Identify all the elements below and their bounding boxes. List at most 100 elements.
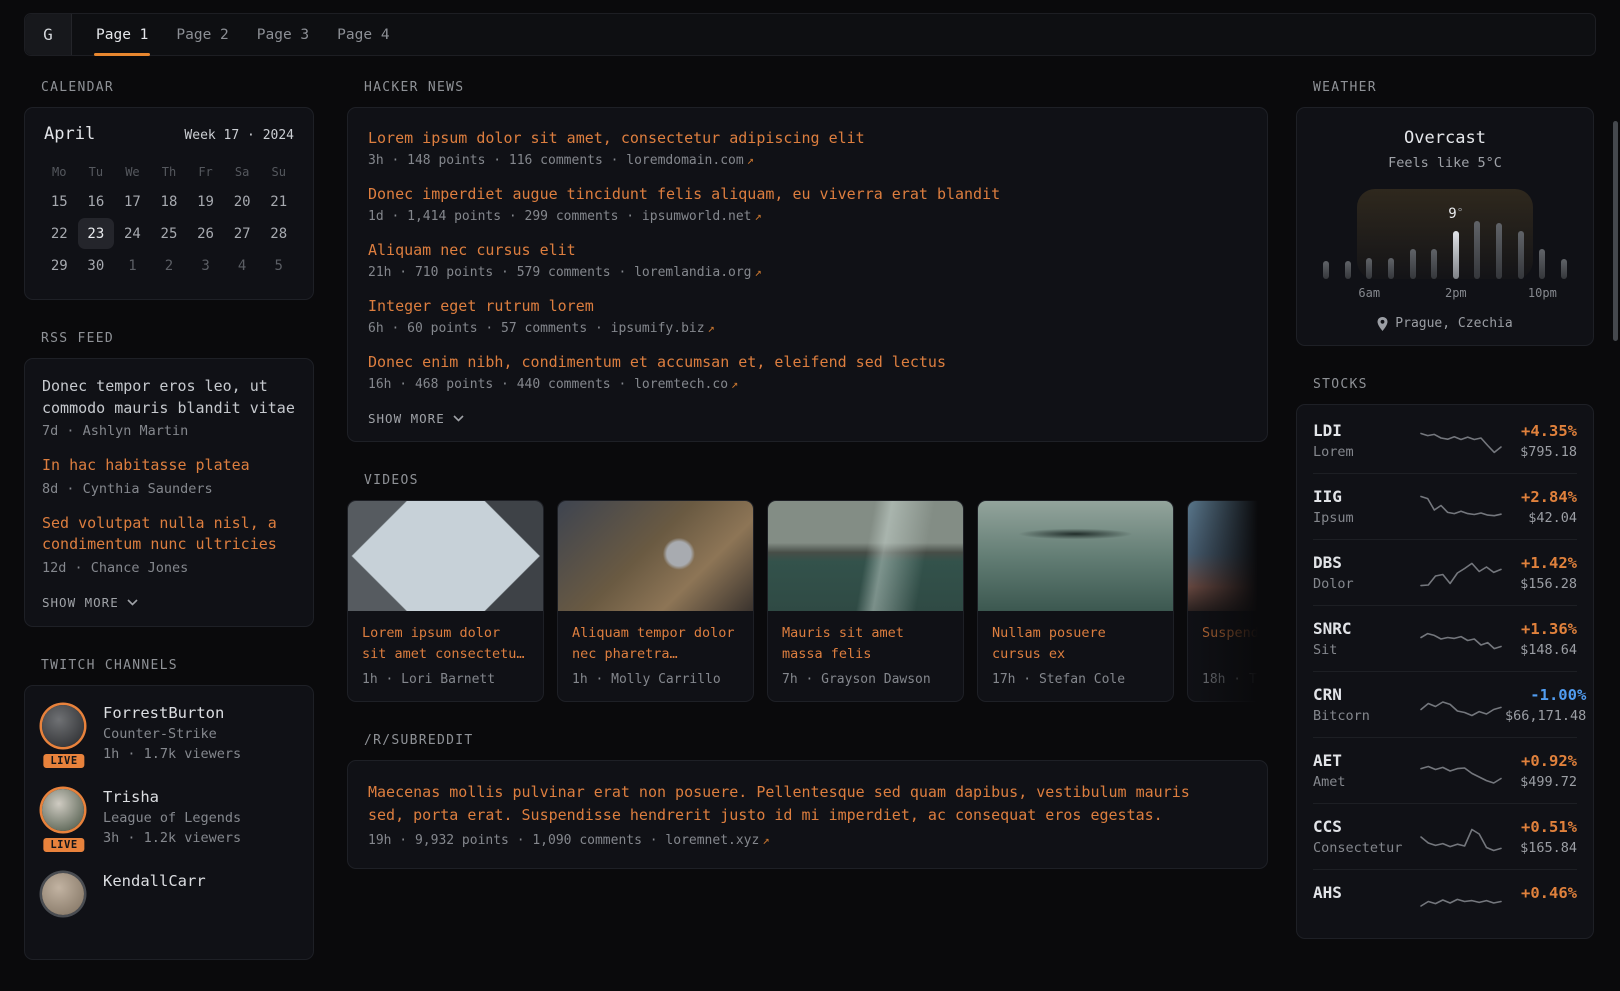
video-meta: 17h · Stefan Cole	[992, 672, 1159, 687]
videos-section: VIDEOS Lorem ipsum dolor sit amet consec…	[347, 473, 1268, 702]
external-link-icon[interactable]: ↗	[755, 209, 762, 223]
stock-row[interactable]: LDILorem +4.35%$795.18	[1313, 408, 1577, 474]
video-title-link[interactable]: Suspendisse diam	[1202, 623, 1268, 664]
video-meta: 7h · Grayson Dawson	[782, 672, 949, 687]
video-meta: 1h · Molly Carrillo	[572, 672, 739, 687]
stock-ticker: LDI	[1313, 421, 1419, 440]
twitch-channel-row[interactable]: LIVE ForrestBurton Counter-Strike 1h · 1…	[42, 704, 296, 762]
stock-row[interactable]: AETAmet +0.92%$499.72	[1313, 738, 1577, 804]
rss-item: Donec tempor eros leo, ut commodo mauris…	[42, 376, 296, 439]
stock-ticker: CCS	[1313, 817, 1419, 836]
weekday-label: Th	[151, 159, 188, 185]
video-title-link[interactable]: Nullam posuere cursus ex	[992, 623, 1159, 664]
calendar-day-next-month: 5	[261, 250, 297, 281]
weekday-label: Tu	[78, 159, 115, 185]
stock-ticker: IIG	[1313, 487, 1419, 506]
rss-item-link[interactable]: In hac habitasse platea	[42, 455, 296, 477]
twitch-channel-row[interactable]: LIVE Trisha League of Legends 3h · 1.2k …	[42, 788, 296, 846]
rss-item-meta: 12d · Chance Jones	[42, 560, 296, 576]
show-more-label: SHOW MORE	[42, 595, 119, 610]
weather-widget: Overcast Feels like 5°C 9° 6am2pm10pm Pr…	[1296, 107, 1594, 346]
stock-row[interactable]: DBSDolor +1.42%$156.28	[1313, 540, 1577, 606]
stock-row[interactable]: SNRCSit +1.36%$148.64	[1313, 606, 1577, 672]
hn-item-meta: 3h · 148 points · 116 comments · loremdo…	[368, 153, 1247, 168]
weekday-label: Su	[260, 159, 297, 185]
calendar-day-next-month: 1	[114, 250, 150, 281]
temp-bar	[1561, 259, 1567, 279]
rss-item-link[interactable]: Donec tempor eros leo, ut commodo mauris…	[42, 376, 296, 419]
channel-avatar-wrap	[42, 872, 86, 915]
hn-item-link[interactable]: Aliquam nec cursus elit	[368, 240, 1247, 261]
stock-price: $156.28	[1505, 576, 1577, 593]
temp-bar	[1518, 231, 1524, 279]
channel-game: League of Legends	[103, 810, 241, 826]
twitch-channel-row[interactable]: KendallCarr	[42, 872, 296, 915]
subreddit-post-link[interactable]: Maecenas mollis pulvinar erat non posuer…	[368, 781, 1228, 827]
stock-ticker: CRN	[1313, 685, 1419, 704]
hn-item-link[interactable]: Integer eget rutrum lorem	[368, 296, 1247, 317]
subreddit-section-title: /R/SUBREDDIT	[347, 733, 1268, 748]
stock-change-percent: +2.84%	[1505, 488, 1577, 506]
temp-bar	[1431, 249, 1437, 279]
external-link-icon[interactable]: ↗	[755, 265, 762, 279]
stock-name: Bitcorn	[1313, 708, 1419, 725]
daylight-highlight	[1357, 189, 1532, 279]
calendar-header: April Week 17 · 2024	[41, 124, 297, 144]
channel-name: Trisha	[103, 788, 241, 806]
rss-section-title: RSS FEED	[24, 331, 314, 346]
middle-column: HACKER NEWS Lorem ipsum dolor sit amet, …	[347, 80, 1268, 900]
tab-page-1[interactable]: Page 1	[82, 14, 162, 55]
hn-item-link[interactable]: Lorem ipsum dolor sit amet, consectetur …	[368, 128, 1247, 149]
video-card[interactable]: Nullam posuere cursus ex 17h · Stefan Co…	[977, 500, 1174, 702]
video-card[interactable]: Lorem ipsum dolor sit amet consectetu… 1…	[347, 500, 544, 702]
hn-item-link[interactable]: Donec enim nibh, condimentum et accumsan…	[368, 352, 1247, 373]
page-scrollbar[interactable]	[1613, 121, 1618, 341]
hn-item: Donec enim nibh, condimentum et accumsan…	[368, 352, 1247, 392]
stock-row[interactable]: IIGIpsum +2.84%$42.04	[1313, 474, 1577, 540]
calendar-widget: April Week 17 · 2024 Mo Tu We Th Fr Sa S…	[24, 107, 314, 300]
avatar	[42, 873, 84, 915]
video-card[interactable]: Aliquam tempor dolor nec pharetra… 1h · …	[557, 500, 754, 702]
stock-name: Lorem	[1313, 444, 1419, 461]
tab-page-2[interactable]: Page 2	[162, 14, 242, 55]
calendar-day: 21	[261, 186, 297, 217]
weekday-label: We	[114, 159, 151, 185]
hn-item-link[interactable]: Donec imperdiet augue tincidunt felis al…	[368, 184, 1247, 205]
rss-show-more-button[interactable]: SHOW MORE	[42, 595, 138, 610]
stock-sparkline	[1419, 687, 1503, 723]
subreddit-post-meta: 19h · 9,932 points · 1,090 comments · lo…	[368, 833, 1247, 848]
tab-page-3[interactable]: Page 3	[243, 14, 323, 55]
stock-row[interactable]: CCSConsectetur +0.51%$165.84	[1313, 804, 1577, 870]
hn-item: Lorem ipsum dolor sit amet, consectetur …	[368, 128, 1247, 168]
avatar	[42, 705, 84, 747]
external-link-icon[interactable]: ↗	[708, 321, 715, 335]
external-link-icon[interactable]: ↗	[747, 153, 754, 167]
stock-row[interactable]: AHS +0.46%	[1313, 870, 1577, 935]
channel-avatar-wrap: LIVE	[42, 704, 86, 762]
video-title-link[interactable]: Lorem ipsum dolor sit amet consectetu…	[362, 623, 529, 664]
rss-item-link[interactable]: Sed volutpat nulla nisl, a condimentum n…	[42, 513, 296, 556]
chevron-down-icon	[127, 599, 138, 606]
tab-page-4[interactable]: Page 4	[323, 14, 403, 55]
stock-change-percent: +1.36%	[1505, 620, 1577, 638]
stock-sparkline	[1419, 489, 1503, 525]
hn-show-more-button[interactable]: SHOW MORE	[368, 411, 464, 426]
video-title-link[interactable]: Aliquam tempor dolor nec pharetra…	[572, 623, 739, 664]
calendar-day: 29	[41, 250, 77, 281]
stock-ticker: SNRC	[1313, 619, 1419, 638]
calendar-day: 25	[151, 218, 187, 249]
temp-bar	[1388, 258, 1394, 279]
video-card[interactable]: Mauris sit amet massa felis 7h · Grayson…	[767, 500, 964, 702]
video-title-link[interactable]: Mauris sit amet massa felis	[782, 623, 949, 664]
calendar-month-label: April	[44, 124, 95, 144]
hn-item: Aliquam nec cursus elit 21h · 710 points…	[368, 240, 1247, 280]
subreddit-section: /R/SUBREDDIT Maecenas mollis pulvinar er…	[347, 733, 1268, 869]
stock-price: $499.72	[1505, 774, 1577, 791]
external-link-icon[interactable]: ↗	[731, 377, 738, 391]
stock-row[interactable]: CRNBitcorn -1.00%$66,171.48	[1313, 672, 1577, 738]
calendar-day: 20	[224, 186, 260, 217]
stock-sparkline	[1419, 423, 1503, 459]
video-card[interactable]: Suspendisse diam 18h · Tara	[1187, 500, 1268, 702]
external-link-icon[interactable]: ↗	[762, 833, 769, 847]
calendar-day: 27	[224, 218, 260, 249]
